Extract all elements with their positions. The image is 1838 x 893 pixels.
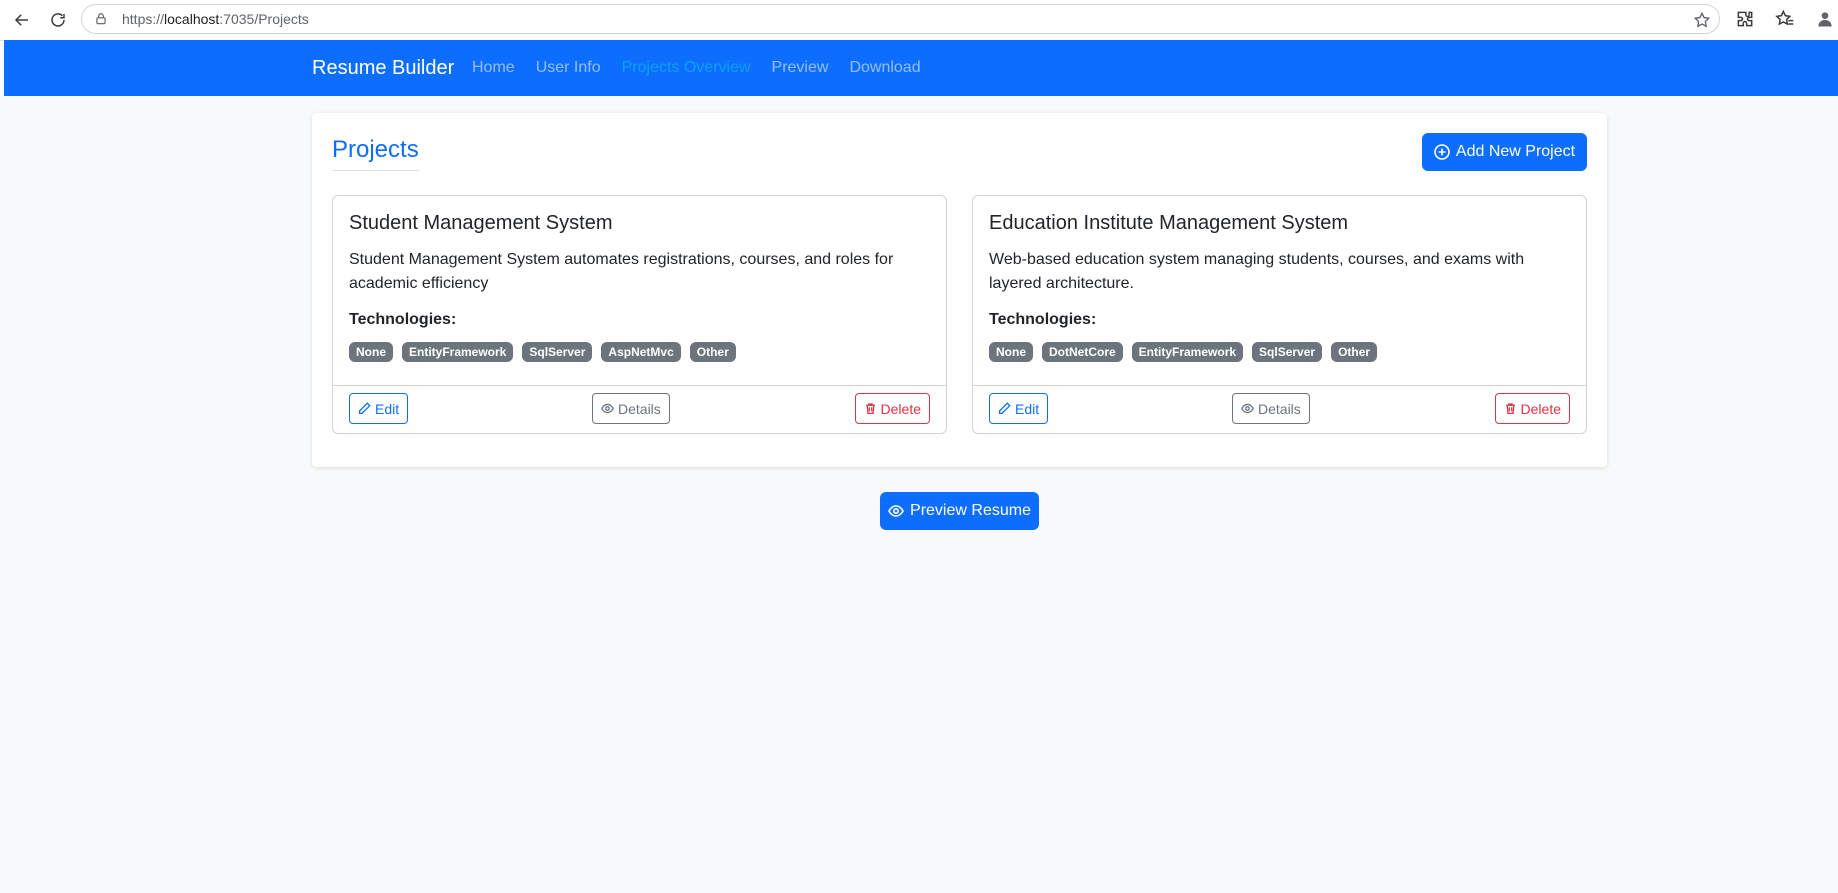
project-description: Student Management System automates regi… (349, 251, 894, 292)
technology-badges: None EntityFramework SqlServer AspNetMvc… (349, 342, 736, 362)
technology-badges: None DotNetCore EntityFramework SqlServe… (989, 342, 1378, 362)
browser-toolbar: https://localhost:7035/Projects (0, 0, 1838, 41)
card-footer: Edit Details Delete (333, 385, 946, 433)
lock-icon[interactable] (94, 12, 108, 26)
profile-icon[interactable] (1812, 6, 1838, 32)
nav-download[interactable]: Download (849, 59, 920, 77)
nav-preview[interactable]: Preview (772, 59, 829, 77)
app-navbar: Resume Builder Home User Info Projects O… (4, 40, 1838, 96)
tech-badge: Other (1331, 342, 1378, 362)
technologies-label: Technologies: (349, 311, 457, 328)
tech-badge: EntityFramework (1131, 342, 1244, 362)
bookmark-star-icon[interactable] (1693, 11, 1711, 29)
details-button[interactable]: Details (592, 393, 670, 424)
card-footer: Edit Details Delete (973, 385, 1586, 433)
edit-button[interactable]: Edit (989, 393, 1049, 424)
pencil-icon (998, 402, 1011, 415)
nav-projects[interactable]: Projects Overview (622, 59, 751, 77)
tech-badge: None (989, 342, 1033, 362)
tech-badge: Other (689, 342, 736, 362)
edit-button[interactable]: Edit (349, 393, 409, 424)
url-text: https://localhost:7035/Projects (122, 11, 309, 27)
trash-icon (865, 403, 875, 415)
brand-link[interactable]: Resume Builder (312, 57, 454, 80)
tech-badge: None (349, 342, 393, 362)
page-title: Projects (332, 136, 419, 171)
address-bar[interactable]: https://localhost:7035/Projects (81, 4, 1720, 34)
nav-user-info[interactable]: User Info (536, 59, 601, 77)
extensions-icon[interactable] (1732, 6, 1758, 32)
favorites-icon[interactable] (1772, 6, 1798, 32)
eye-icon (601, 403, 614, 414)
project-card: Education Institute Management System We… (972, 195, 1587, 434)
eye-icon (888, 505, 904, 517)
tech-badge: SqlServer (1252, 342, 1323, 362)
projects-panel: Projects Add New Project Student Managem… (312, 113, 1607, 467)
details-button[interactable]: Details (1232, 393, 1310, 424)
project-title: Student Management System (349, 212, 613, 234)
nav-links: Home User Info Projects Overview Preview… (472, 59, 942, 77)
technologies-label: Technologies: (989, 311, 1097, 328)
pencil-icon (358, 402, 371, 415)
project-card: Student Management System Student Manage… (332, 195, 947, 434)
delete-button[interactable]: Delete (1494, 393, 1570, 424)
trash-icon (1505, 403, 1515, 415)
eye-icon (1241, 403, 1254, 414)
back-icon[interactable] (8, 6, 36, 34)
delete-button[interactable]: Delete (854, 393, 930, 424)
plus-circle-icon (1434, 144, 1450, 160)
project-description: Web-based education system managing stud… (989, 251, 1525, 292)
tech-badge: DotNetCore (1042, 342, 1123, 362)
reload-icon[interactable] (44, 6, 72, 34)
nav-home[interactable]: Home (472, 59, 515, 77)
add-new-project-button[interactable]: Add New Project (1422, 133, 1587, 171)
tech-badge: EntityFramework (402, 342, 514, 362)
tech-badge: SqlServer (522, 342, 593, 362)
tech-badge: AspNetMvc (601, 342, 681, 362)
preview-resume-button[interactable]: Preview Resume (880, 492, 1039, 530)
project-title: Education Institute Management System (989, 212, 1349, 234)
